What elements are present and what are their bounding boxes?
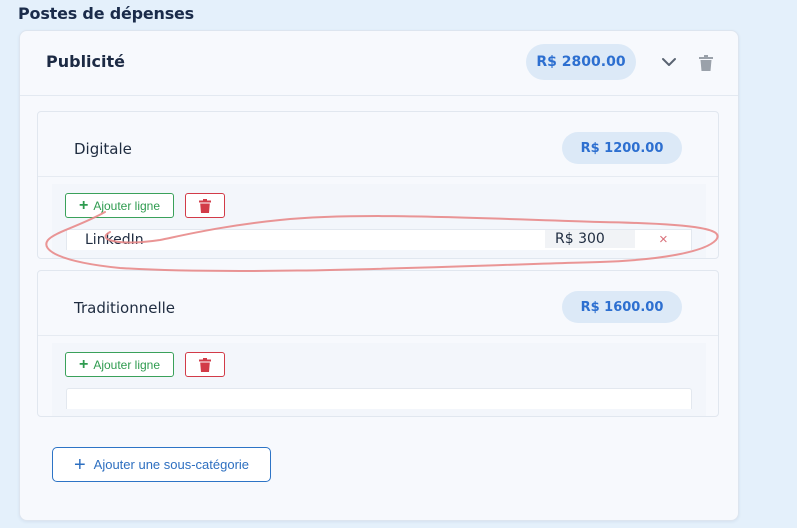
add-subcategory-button[interactable]: + Ajouter une sous-catégorie — [52, 447, 271, 482]
subcategory-total-badge: R$ 1200.00 — [562, 132, 682, 164]
subcategory-lines: + Ajouter ligne LinkedIn R$ 300 × — [52, 184, 706, 258]
subcategory-card-traditionnelle: Traditionnelle R$ 1600.00 + Ajouter lign… — [37, 270, 719, 417]
subcategory-title: Digitale — [74, 140, 132, 158]
add-line-button[interactable]: + Ajouter ligne — [65, 193, 174, 218]
expense-line-row: LinkedIn R$ 300 × — [66, 229, 692, 250]
add-subcategory-label: Ajouter une sous-catégorie — [93, 457, 250, 472]
line-name[interactable]: LinkedIn — [85, 232, 144, 248]
plus-icon: + — [78, 196, 89, 214]
category-header[interactable]: Publicité R$ 2800.00 — [20, 31, 738, 96]
subcategory-header[interactable]: Traditionnelle R$ 1600.00 — [38, 271, 718, 336]
chevron-down-icon[interactable] — [660, 53, 678, 71]
add-line-button[interactable]: + Ajouter ligne — [65, 352, 174, 377]
add-line-label: Ajouter ligne — [93, 357, 161, 372]
subcategory-lines: + Ajouter ligne — [52, 343, 706, 416]
expense-line-row — [66, 388, 692, 409]
category-title: Publicité — [46, 52, 126, 71]
close-icon[interactable]: × — [659, 231, 668, 248]
category-total-badge: R$ 2800.00 — [526, 44, 636, 80]
line-amount-input[interactable]: R$ 300 — [545, 230, 635, 248]
trash-icon — [199, 198, 211, 213]
trash-icon[interactable] — [699, 55, 713, 71]
delete-subcategory-button[interactable] — [185, 193, 225, 218]
subcategory-title: Traditionnelle — [74, 299, 176, 317]
plus-icon: + — [78, 355, 89, 373]
subcategory-total-badge: R$ 1600.00 — [562, 291, 682, 323]
category-card: Publicité R$ 2800.00 Digitale R$ 1200.00… — [19, 30, 739, 521]
section-title: Postes de dépenses — [18, 4, 195, 23]
plus-icon: + — [73, 453, 86, 476]
subcategory-card-digitale: Digitale R$ 1200.00 + Ajouter ligne Link… — [37, 111, 719, 259]
subcategory-header[interactable]: Digitale R$ 1200.00 — [38, 112, 718, 177]
trash-icon — [199, 357, 211, 372]
add-line-label: Ajouter ligne — [93, 198, 161, 213]
delete-subcategory-button[interactable] — [185, 352, 225, 377]
